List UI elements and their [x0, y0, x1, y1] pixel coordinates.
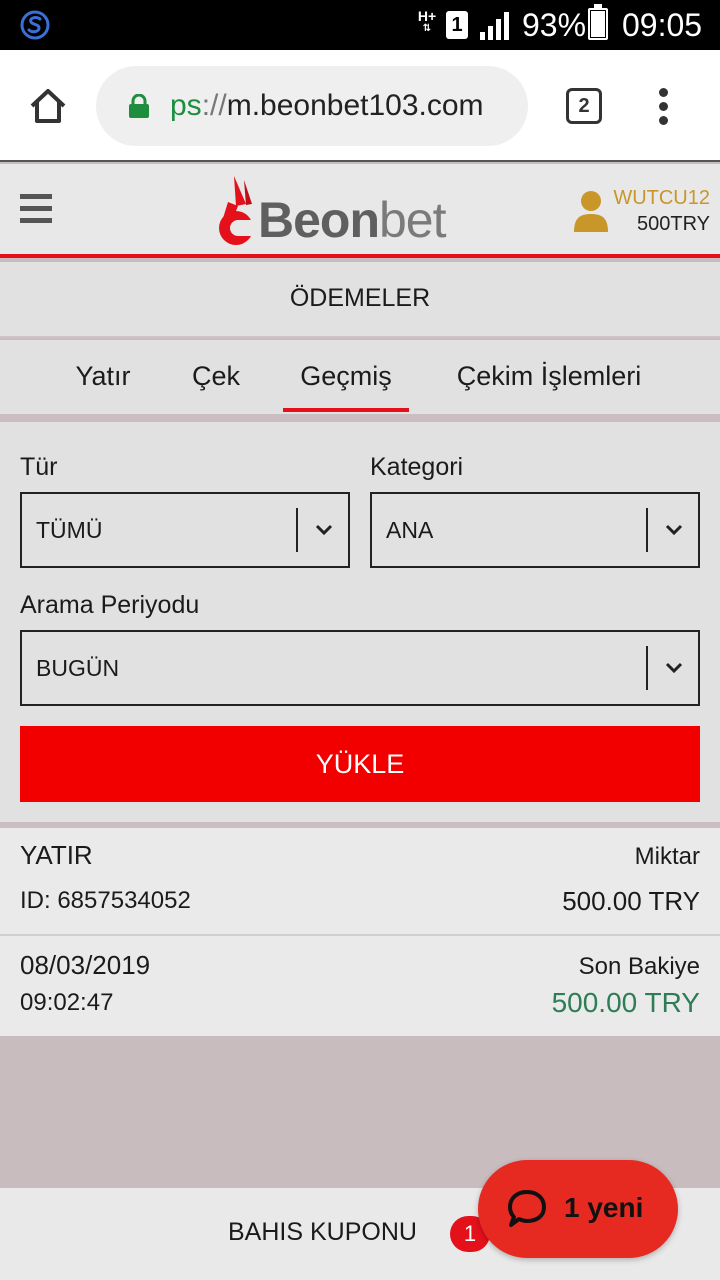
filter-panel: Tür Kategori TÜMÜ ANA Arama Periyodu BUG… — [0, 422, 720, 822]
site-header: Beonbet WUTCU12 500TRY — [0, 164, 720, 258]
category-select-value: ANA — [386, 517, 434, 543]
account-balance: 500TRY — [636, 213, 710, 235]
transaction-type: YATIR — [20, 840, 93, 870]
url-scheme: ps — [170, 89, 202, 122]
status-bar: H+ ⇅ 1 93% 09:05 — [0, 0, 720, 50]
url-separator: :// — [201, 89, 227, 122]
type-select[interactable]: TÜMÜ — [20, 492, 350, 568]
balance-label: Son Bakiye — [578, 953, 700, 980]
tab-deposit[interactable]: Yatır — [62, 340, 144, 414]
chat-button[interactable]: 1 yeni — [478, 1160, 678, 1258]
lock-icon — [129, 94, 149, 118]
period-label: Arama Periyodu — [20, 591, 200, 619]
transaction-id: ID: 6857534052 — [20, 887, 191, 914]
logo-word-bold: Beon — [258, 192, 380, 248]
chevron-down-icon — [665, 662, 683, 674]
sim-icon: 1 — [446, 11, 468, 39]
type-select-value: TÜMÜ — [36, 517, 103, 543]
divider — [0, 414, 720, 422]
url-text: ps://m.beonbet103.com — [170, 88, 484, 124]
url-host: m.beonbet103.com — [226, 89, 484, 122]
site-logo[interactable]: Beonbet — [214, 170, 447, 250]
logo-wordmark: Beonbet — [258, 192, 447, 248]
home-icon[interactable] — [28, 86, 68, 126]
bet-slip-label: BAHIS KUPONU — [228, 1218, 417, 1246]
tab-withdraw-transactions[interactable]: Çekim İşlemleri — [440, 340, 658, 414]
menu-dots-icon[interactable] — [654, 86, 674, 126]
tabs-icon[interactable]: 2 — [566, 88, 602, 124]
chat-bubble-icon — [508, 1190, 546, 1227]
logo-word-light: bet — [379, 192, 447, 248]
address-bar[interactable]: ps://m.beonbet103.com — [96, 66, 528, 146]
type-label: Tür — [20, 453, 58, 481]
transaction-record: YATIR Miktar ID: 6857534052 500.00 TRY 0… — [0, 828, 720, 1036]
network-hplus-icon: H+ ⇅ — [417, 8, 437, 34]
battery-icon — [588, 4, 608, 40]
battery-percent: 93% — [522, 7, 587, 43]
page-title: ÖDEMELER — [0, 262, 720, 338]
tab-withdraw[interactable]: Çek — [180, 340, 252, 414]
transaction-date: 08/03/2019 — [20, 950, 151, 980]
load-button[interactable]: YÜKLE — [20, 726, 700, 802]
category-label: Kategori — [370, 453, 464, 481]
transaction-time: 09:02:47 — [20, 989, 114, 1016]
balance-value: 500.00 TRY — [551, 987, 700, 1018]
username-link[interactable]: WUTCU12 — [613, 186, 710, 210]
user-icon[interactable] — [574, 190, 608, 232]
status-clock: 09:05 — [622, 7, 703, 43]
chevron-down-icon — [665, 524, 683, 536]
select-divider — [296, 508, 298, 552]
select-divider — [646, 508, 648, 552]
hamburger-icon[interactable] — [20, 194, 52, 226]
select-divider — [646, 646, 648, 690]
category-select[interactable]: ANA — [370, 492, 700, 568]
transaction-amount: 500.00 TRY — [562, 886, 700, 916]
app-s-icon — [20, 10, 50, 40]
chat-label: 1 yeni — [564, 1192, 644, 1223]
signal-icon — [480, 12, 509, 40]
tabs-bar: Yatır Çek Geçmiş Çekim İşlemleri — [0, 340, 720, 414]
browser-toolbar: ps://m.beonbet103.com 2 — [0, 50, 720, 162]
row-divider — [0, 934, 720, 936]
network-type: H+ — [417, 8, 437, 24]
period-select[interactable]: BUGÜN — [20, 630, 700, 706]
period-select-value: BUGÜN — [36, 655, 120, 681]
tab-history[interactable]: Geçmiş — [283, 340, 409, 414]
logo-mark-icon — [219, 176, 260, 245]
amount-label: Miktar — [634, 843, 700, 870]
chevron-down-icon — [315, 524, 333, 536]
